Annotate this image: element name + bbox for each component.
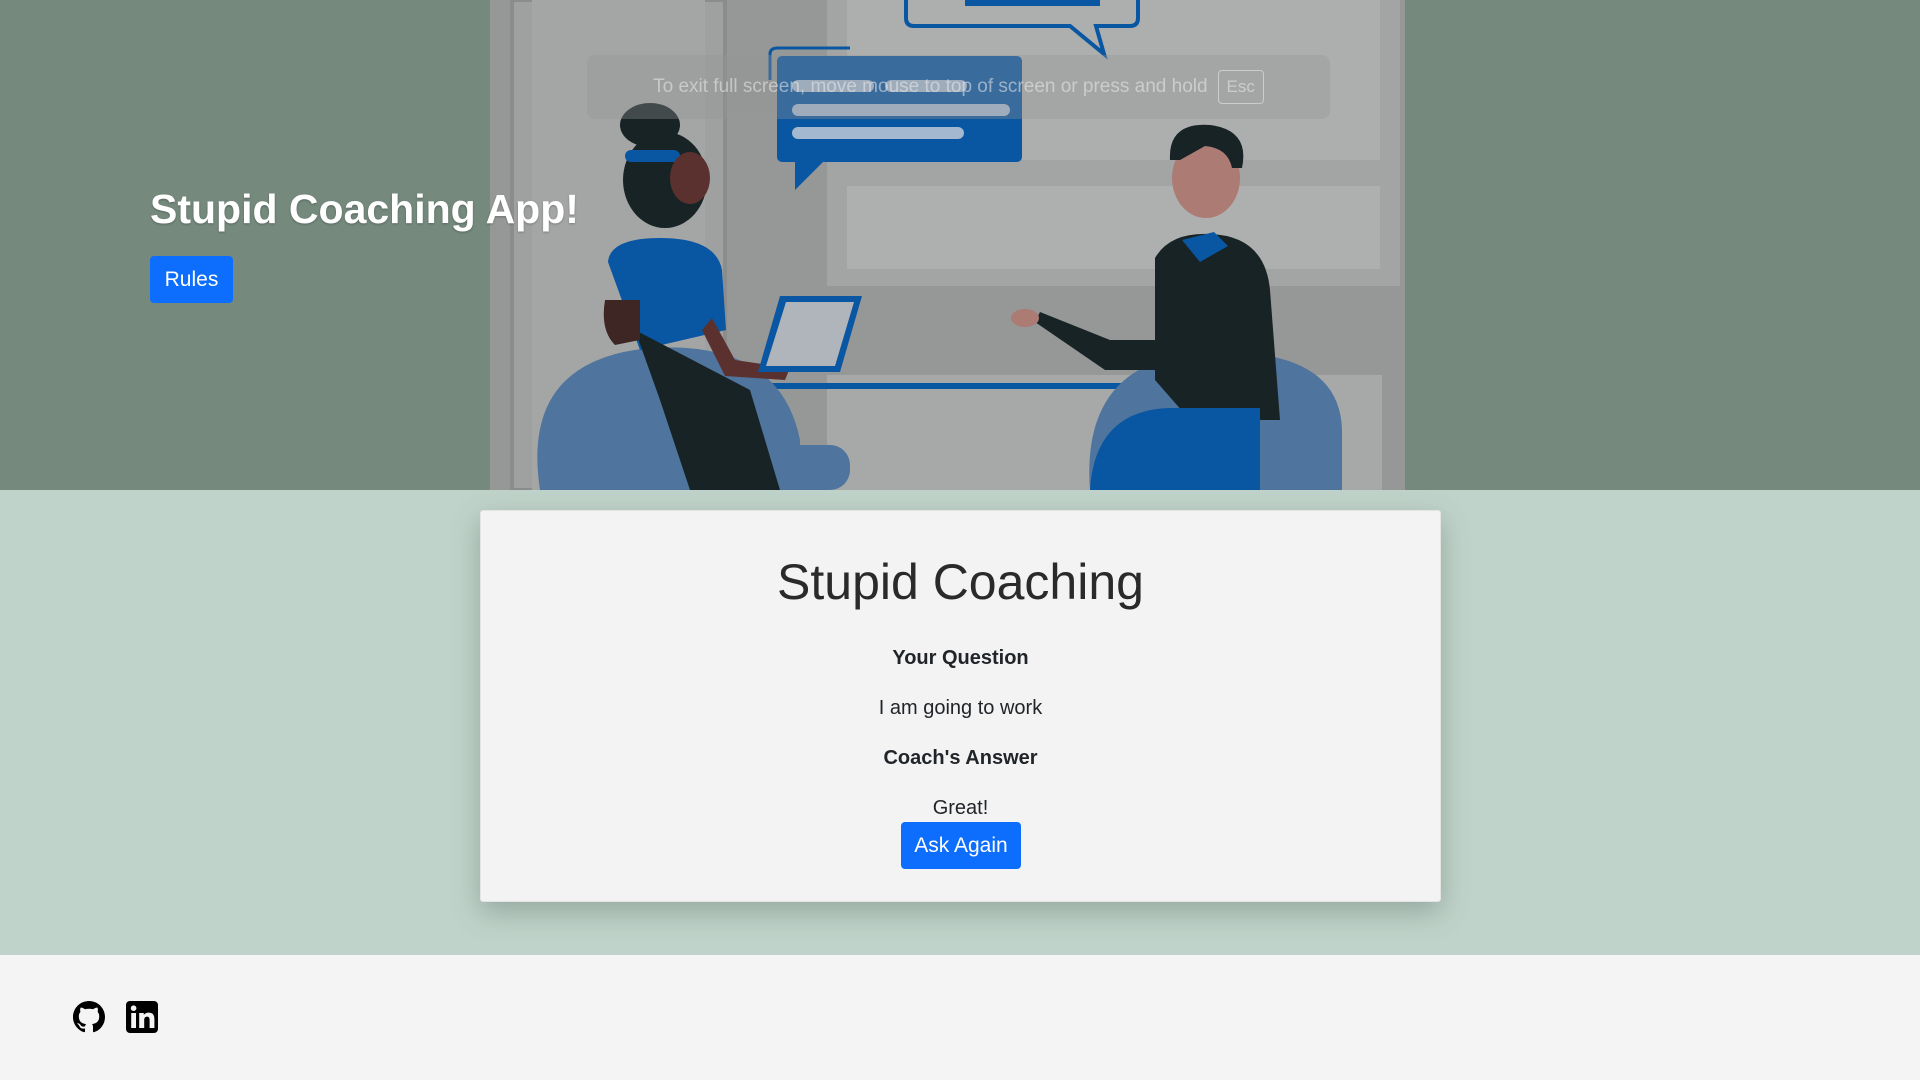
ask-again-button[interactable]: Ask Again — [901, 822, 1021, 869]
linkedin-icon[interactable] — [126, 1001, 158, 1033]
question-label: Your Question — [892, 647, 1029, 669]
answer-label: Coach's Answer — [883, 747, 1038, 769]
hero-banner: To exit full screen, move mouse to top o… — [0, 0, 1920, 490]
question-text: I am going to work — [878, 697, 1043, 719]
github-icon[interactable] — [73, 1001, 105, 1033]
coaching-card: Stupid Coaching Your Question I am going… — [480, 510, 1441, 902]
esc-key-badge: Esc — [1217, 70, 1264, 104]
rules-button[interactable]: Rules — [150, 256, 233, 303]
footer — [0, 955, 1920, 1080]
answer-text: Great! — [932, 797, 989, 819]
page-title: Stupid Coaching App! — [150, 186, 579, 232]
fullscreen-notice: To exit full screen, move mouse to top o… — [587, 55, 1330, 119]
fullscreen-notice-text: To exit full screen, move mouse to top o… — [653, 76, 1208, 97]
card-title: Stupid Coaching — [777, 554, 1144, 610]
main-section: Stupid Coaching Your Question I am going… — [0, 490, 1920, 955]
